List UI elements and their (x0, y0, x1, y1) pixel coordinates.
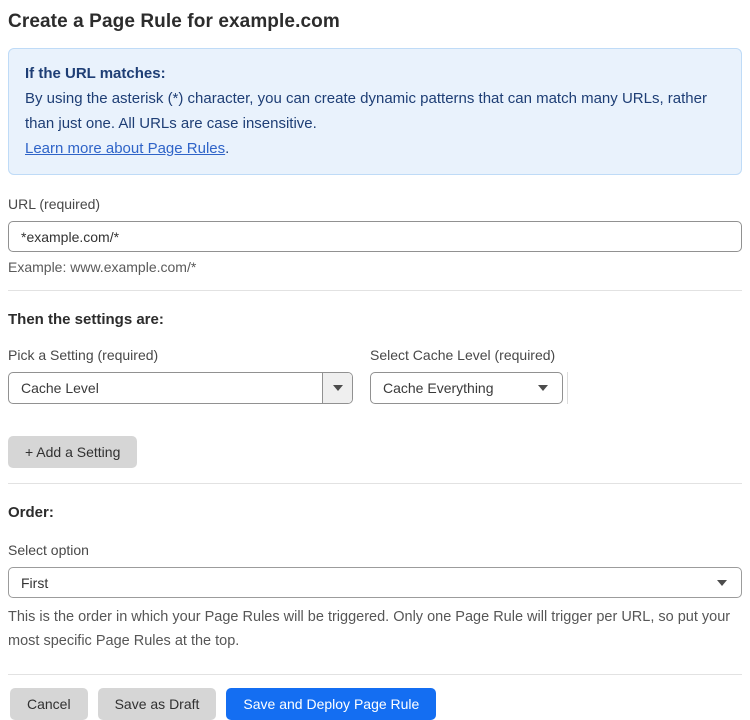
footer-actions: Cancel Save as Draft Save and Deploy Pag… (8, 688, 742, 720)
chevron-down-icon (538, 385, 548, 391)
order-select-label: Select option (8, 542, 89, 558)
info-box-link-line: Learn more about Page Rules. (25, 136, 725, 161)
cache-level-select[interactable]: Cache Everything (370, 372, 563, 404)
url-example-text: Example: www.example.com/* (8, 259, 197, 275)
link-period: . (225, 140, 230, 157)
cache-level-select-value: Cache Everything (383, 380, 494, 396)
cancel-button[interactable]: Cancel (10, 688, 88, 720)
cache-select-arrow (538, 373, 562, 403)
settings-row: Pick a Setting (required) Cache Level Se… (8, 328, 742, 404)
cache-level-select-wrap: Cache Everything (370, 372, 568, 404)
url-match-info-box: If the URL matches: By using the asteris… (8, 48, 742, 175)
page-title: Create a Page Rule for example.com (8, 11, 340, 32)
add-setting-button[interactable]: + Add a Setting (8, 436, 138, 468)
save-and-deploy-button[interactable]: Save and Deploy Page Rule (226, 688, 437, 720)
setting-select-arrow-button[interactable] (322, 373, 352, 403)
info-box-body: By using the asterisk (*) character, you… (25, 90, 707, 132)
order-select-value: First (21, 574, 49, 591)
order-section-divider (8, 483, 742, 484)
footer-divider (8, 674, 742, 675)
section-divider (8, 290, 742, 291)
page-rule-form: Create a Page Rule for example.com If th… (0, 0, 750, 720)
setting-select[interactable]: Cache Level (8, 372, 353, 404)
order-help-text: This is the order in which your Page Rul… (8, 609, 731, 649)
setting-group-divider (567, 372, 568, 404)
cache-level-column: Select Cache Level (required) Cache Ever… (370, 328, 568, 404)
info-box-heading: If the URL matches: (25, 65, 166, 82)
chevron-down-icon (717, 579, 727, 586)
setting-picker-label: Pick a Setting (required) (8, 347, 159, 363)
order-heading: Order: (8, 504, 54, 521)
url-input[interactable] (8, 221, 742, 252)
save-as-draft-button[interactable]: Save as Draft (97, 688, 217, 720)
cache-level-label: Select Cache Level (required) (370, 347, 556, 363)
setting-select-value: Cache Level (21, 380, 99, 396)
chevron-down-icon (332, 385, 343, 391)
setting-picker-column: Pick a Setting (required) Cache Level (8, 328, 353, 404)
learn-more-link[interactable]: Learn more about Page Rules (25, 140, 225, 157)
settings-heading: Then the settings are: (8, 311, 164, 328)
order-select[interactable]: First (8, 567, 742, 598)
url-field-label: URL (required) (8, 196, 101, 212)
